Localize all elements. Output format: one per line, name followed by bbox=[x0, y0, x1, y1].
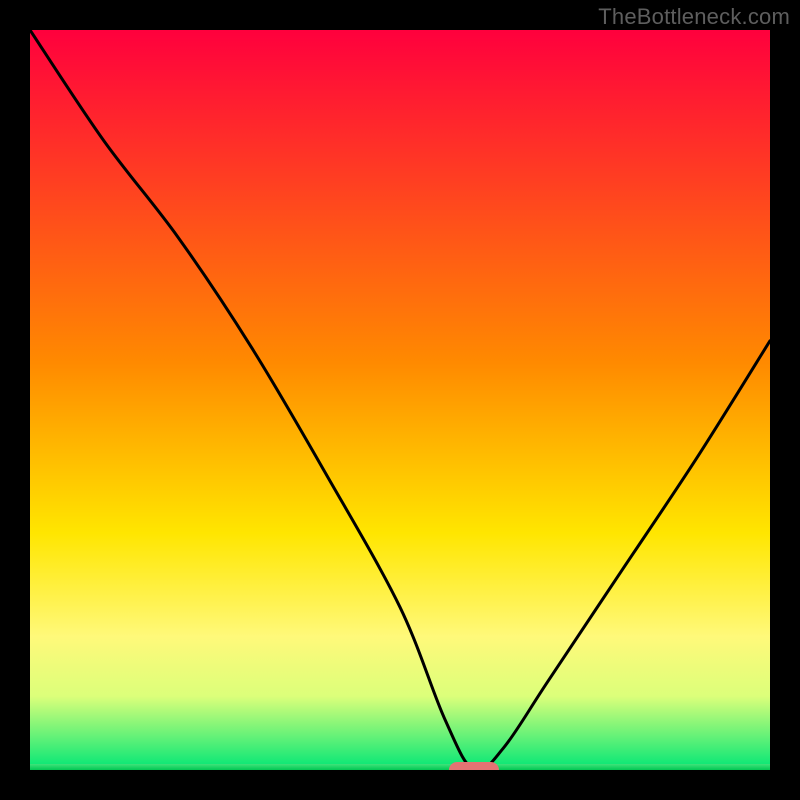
optimal-marker bbox=[449, 762, 499, 770]
plot-area bbox=[30, 30, 770, 770]
bottleneck-curve bbox=[30, 30, 770, 770]
curve-path bbox=[30, 30, 770, 770]
chart-frame: TheBottleneck.com bbox=[0, 0, 800, 800]
watermark-text: TheBottleneck.com bbox=[598, 4, 790, 30]
